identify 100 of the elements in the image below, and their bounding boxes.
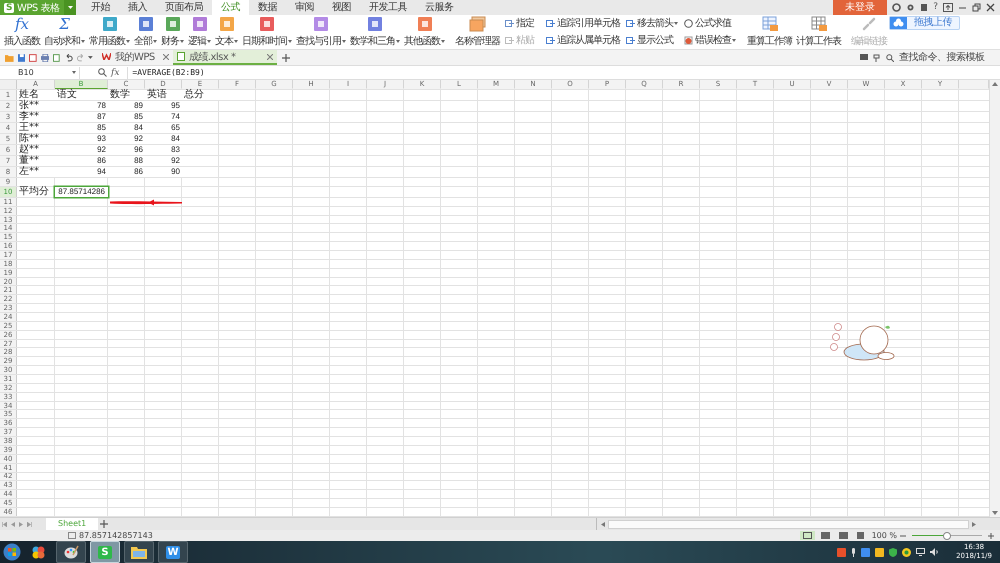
menu-tab[interactable]: 审阅 — [286, 0, 323, 15]
document-tab[interactable]: 我的WPS — [98, 50, 173, 65]
scroll-right-icon[interactable] — [972, 522, 976, 526]
menu-tab[interactable]: 公式 — [212, 0, 249, 15]
spreadsheet-icon — [176, 52, 185, 61]
ribbon-button[interactable]: 名称管理器 — [453, 15, 502, 49]
arrow-box-icon — [626, 19, 635, 28]
app-menu-button[interactable]: S WPS 表格 — [0, 0, 64, 15]
menu-tab[interactable]: 视图 — [323, 0, 360, 15]
function-button[interactable]: fx — [111, 68, 120, 78]
error-check-icon — [684, 36, 693, 45]
flower-icon[interactable] — [31, 544, 46, 560]
volume-icon[interactable] — [930, 548, 940, 556]
ribbon-button[interactable]: 显示公式 — [626, 35, 678, 46]
caret-icon — [68, 6, 72, 9]
start-button[interactable] — [3, 543, 21, 561]
comment-icon[interactable] — [860, 54, 868, 62]
zoom-icon[interactable] — [98, 68, 107, 77]
save-icon[interactable] — [18, 54, 26, 62]
ribbon-button[interactable]: 常用函数 — [87, 15, 132, 49]
taskbar-button[interactable]: W — [158, 541, 188, 563]
network-icon[interactable] — [916, 548, 926, 556]
folder-stack-icon — [468, 16, 486, 32]
horizontal-scrollbar[interactable] — [608, 520, 969, 528]
taskbar-button[interactable] — [124, 541, 154, 563]
normal-view-button[interactable] — [800, 531, 815, 540]
security-icon[interactable] — [902, 548, 912, 556]
app-menu-dropdown[interactable] — [64, 0, 76, 15]
close-icon[interactable] — [986, 3, 995, 12]
ribbon-button[interactable]: 数学和三角 — [348, 15, 402, 49]
ribbon-button[interactable]: 移去箭头 — [626, 18, 678, 29]
upload-box-icon[interactable] — [943, 3, 953, 12]
scroll-down-icon[interactable] — [992, 511, 998, 515]
ribbon-button[interactable]: 查找与引用 — [294, 15, 348, 49]
ribbon-button[interactable]: 逻辑 — [186, 15, 213, 49]
vertical-scrollbar[interactable] — [989, 80, 1000, 517]
undo-icon[interactable] — [65, 54, 73, 62]
caret-icon — [153, 40, 157, 43]
link-icon — [861, 16, 877, 32]
name-box[interactable]: B10 — [0, 66, 80, 78]
search-icon — [886, 54, 894, 62]
search-field[interactable]: 查找命令、搜索模板 — [899, 52, 995, 63]
pin-icon[interactable] — [873, 54, 881, 62]
menu-tab[interactable]: 页面布局 — [156, 0, 212, 15]
caret-icon[interactable] — [88, 56, 94, 59]
close-icon[interactable] — [266, 54, 273, 60]
zoom-level: 100 % — [872, 531, 897, 540]
menu-tab[interactable]: 开发工具 — [360, 0, 416, 15]
skin-icon[interactable] — [892, 3, 902, 12]
cloud-icon[interactable] — [861, 548, 870, 556]
ribbon-button[interactable]: Σ 自动求和 — [42, 15, 87, 49]
chat-icon[interactable] — [875, 548, 884, 556]
close-icon[interactable] — [162, 54, 169, 60]
ribbon-button[interactable]: 其他函数 — [402, 15, 447, 49]
zoom-out-icon[interactable] — [900, 532, 906, 538]
export-icon[interactable] — [29, 54, 37, 62]
ribbon-button[interactable]: 追踪引用单元格 — [546, 18, 620, 29]
login-button[interactable]: 未登录 — [833, 0, 888, 15]
menu-tab[interactable]: 插入 — [119, 0, 156, 15]
ribbon-button[interactable]: 指定 — [505, 18, 534, 29]
settings-icon[interactable] — [906, 3, 916, 12]
scroll-up-icon[interactable] — [992, 82, 998, 86]
scroll-left-icon[interactable] — [601, 522, 605, 526]
ribbon-button[interactable]: 追踪从属单元格 — [546, 35, 620, 46]
restore-icon[interactable] — [972, 3, 981, 12]
taskbar-button[interactable] — [56, 541, 86, 563]
document-icon[interactable] — [920, 3, 928, 12]
help-button[interactable]: ? — [933, 2, 938, 13]
menu-tab[interactable]: 开始 — [82, 0, 119, 15]
sum-value: 87.857142857143 — [79, 531, 153, 540]
sheet-tab[interactable]: Sheet1 — [46, 518, 98, 530]
add-icon[interactable] — [282, 54, 290, 62]
add-sheet-icon[interactable] — [100, 520, 108, 528]
caret-icon — [441, 40, 445, 43]
table-cell: 数学 — [108, 90, 145, 100]
document-tab[interactable]: 成绩.xlsx * — [172, 50, 277, 65]
input-method-icon[interactable] — [837, 548, 846, 556]
ribbon-button[interactable]: 全部 — [132, 15, 159, 49]
microphone-icon[interactable] — [851, 548, 856, 556]
print-icon[interactable] — [40, 54, 50, 62]
zoom-thumb[interactable] — [943, 532, 951, 540]
table-cell: 张** — [17, 101, 55, 111]
ribbon-button[interactable]: 公式求值 — [684, 18, 736, 29]
ribbon-button[interactable]: 计算工作表 — [794, 15, 843, 49]
upload-button[interactable]: 拖拽上传 — [889, 16, 960, 30]
zoom-in-icon[interactable] — [988, 532, 994, 538]
arrow-box-icon — [626, 36, 635, 45]
ribbon-button[interactable]: 文本 — [213, 15, 240, 49]
table-cell: 董** — [17, 156, 55, 166]
ribbon-button[interactable]: 财务 — [159, 15, 186, 49]
menu-tab[interactable]: 云服务 — [416, 0, 462, 15]
preview-icon[interactable] — [53, 54, 62, 62]
ribbon-button[interactable]: 错误检查 — [684, 35, 736, 46]
table-cell: 赵** — [17, 145, 55, 155]
ribbon-button[interactable]: 日期和时间 — [240, 15, 294, 49]
formula-field[interactable]: =AVERAGE(B2:B9) — [127, 66, 1000, 78]
menu-tab[interactable]: 数据 — [249, 0, 286, 15]
ribbon-button[interactable]: 重算工作簿 — [745, 15, 794, 49]
ribbon-button[interactable]: fx 插入函数 — [2, 15, 42, 49]
shield-icon[interactable] — [889, 548, 898, 556]
